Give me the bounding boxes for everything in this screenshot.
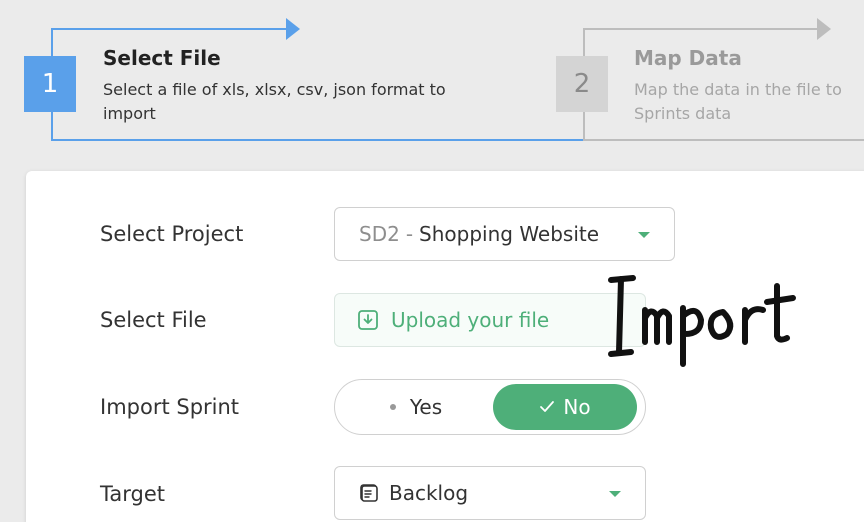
upload-file-label: Upload your file xyxy=(391,308,550,332)
import-sprint-label: Import Sprint xyxy=(100,395,240,419)
chevron-down-icon xyxy=(609,491,621,497)
toggle-no-option[interactable]: No xyxy=(493,384,637,430)
project-separator: - xyxy=(405,222,414,246)
chevron-down-icon xyxy=(638,232,650,238)
import-handwritten-overlay xyxy=(608,275,796,367)
step-2-arrow xyxy=(817,18,831,40)
select-project-label: Select Project xyxy=(100,222,244,246)
select-file-label: Select File xyxy=(100,308,207,332)
project-name: Shopping Website xyxy=(419,222,600,246)
import-sprint-toggle: Yes No xyxy=(334,379,646,435)
upload-file-button[interactable]: Upload your file xyxy=(334,293,646,347)
step-1-number: 1 xyxy=(24,56,76,112)
toggle-no-label: No xyxy=(563,395,591,419)
step-1-arrow xyxy=(286,18,300,40)
toggle-yes-label: Yes xyxy=(409,395,443,419)
target-label: Target xyxy=(100,482,165,506)
backlog-icon xyxy=(360,484,378,502)
import-stepper: 1 Select File Select a file of xls, xlsx… xyxy=(0,0,864,160)
project-select[interactable]: SD2 - Shopping Website xyxy=(334,207,675,261)
bullet-icon xyxy=(389,404,396,410)
target-value: Backlog xyxy=(389,481,469,505)
step-2-title[interactable]: Map Data xyxy=(634,46,742,70)
step-2-number[interactable]: 2 xyxy=(556,56,608,112)
target-select[interactable]: Backlog xyxy=(334,466,646,520)
step-1-title: Select File xyxy=(103,46,221,70)
check-icon xyxy=(540,401,555,412)
step-1-description: Select a file of xls, xlsx, csv, json fo… xyxy=(103,80,446,123)
upload-icon xyxy=(358,310,378,330)
toggle-yes-option[interactable]: Yes xyxy=(339,384,493,430)
project-code: SD2 xyxy=(359,222,400,246)
step-2-description: Map the data in the file to Sprints data xyxy=(634,80,842,123)
